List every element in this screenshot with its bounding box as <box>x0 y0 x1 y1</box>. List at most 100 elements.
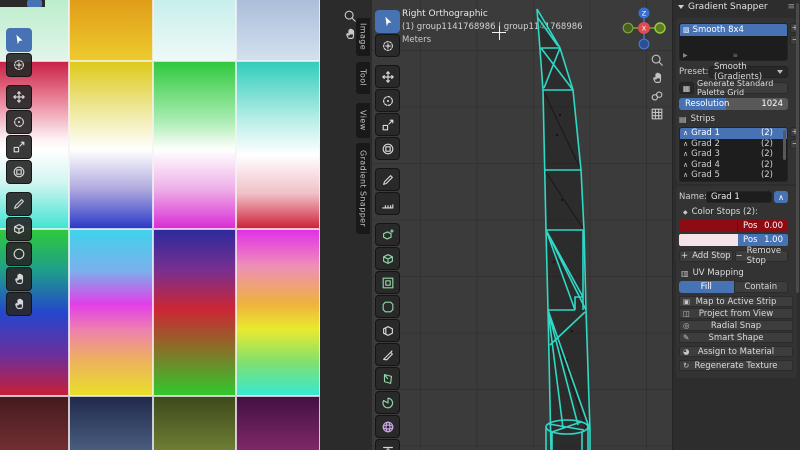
color-stops-header: ◆ Color Stops (2): <box>683 207 758 217</box>
project-from-view-button[interactable]: ◫ Project from View <box>679 308 793 319</box>
tool-add-cube[interactable] <box>375 223 400 246</box>
strips-list[interactable]: ∧ Grad 1 (2) ∧ Grad 2 (2) ∧ Grad 3 (2) ∧ Gr… <box>679 127 788 182</box>
palette-cell-r3-c1 <box>69 396 153 450</box>
tool-move[interactable] <box>6 85 32 109</box>
generate-row: ▦ Generate Standard Palette Grid <box>679 79 788 97</box>
image-editor-area: Image Tool View Gradient Snapper <box>0 0 372 450</box>
tool-tweak[interactable] <box>6 28 32 52</box>
strip-count: (2) <box>760 149 773 160</box>
tool-scale[interactable] <box>375 113 400 136</box>
tool-knife[interactable] <box>375 343 400 366</box>
color-stop-row-1[interactable]: Pos 1.00 <box>679 234 788 246</box>
color-stops-label: Color Stops (2): <box>691 207 758 217</box>
stop-color-swatch[interactable] <box>679 220 738 232</box>
tool-smooth[interactable] <box>375 415 400 438</box>
palette-cell-r1-c2 <box>152 61 236 229</box>
tab-gradient-snapper[interactable]: Gradient Snapper <box>356 143 370 234</box>
tool-sample[interactable] <box>6 217 32 241</box>
chevron-down-icon <box>777 70 783 74</box>
uv-grid-icon: ▥ <box>681 268 689 278</box>
tool-edge-slide[interactable] <box>375 439 400 450</box>
tool-transform[interactable] <box>375 137 400 160</box>
stop-pos-field[interactable]: Pos 0.00 <box>738 220 788 232</box>
fill-option[interactable]: Fill <box>679 281 734 293</box>
tool-extrude-region[interactable] <box>375 247 400 270</box>
tool-scale[interactable] <box>6 135 32 159</box>
resolution-slider[interactable]: Resolution 1024 <box>679 98 788 110</box>
perspective-grid-icon[interactable] <box>649 106 665 122</box>
curve-icon[interactable]: ∧ <box>774 191 788 203</box>
camera-view-icon[interactable] <box>649 88 665 104</box>
tool-bevel[interactable] <box>375 295 400 318</box>
viewport-3d[interactable]: Right Orthographic (1) group1141768986 |… <box>372 0 672 450</box>
curve-icon: ∧ <box>683 150 689 159</box>
tab-tool[interactable]: Tool <box>356 62 370 94</box>
tool-transform[interactable] <box>6 160 32 184</box>
tool-measure[interactable] <box>375 192 400 215</box>
palette-cell-r2-c1 <box>69 228 153 396</box>
color-stop-row-0[interactable]: Pos 0.00 <box>679 220 788 232</box>
viewport-toolbar <box>375 10 400 450</box>
axis-navigation-gizmo[interactable]: Z X <box>622 6 666 50</box>
map-to-active-strip-button[interactable]: ▣ Map to Active Strip <box>679 296 793 307</box>
stop-color-swatch[interactable] <box>679 234 738 246</box>
tool-select-circle[interactable] <box>6 242 32 266</box>
smart-shape-button[interactable]: ✎ Smart Shape <box>679 332 793 343</box>
strip-row-4[interactable]: ∧ Grad 4 (2) <box>680 160 787 171</box>
list-item-active[interactable]: ▨ Smooth 8x4 <box>680 24 787 36</box>
grid-icon[interactable]: ▦ <box>679 82 694 94</box>
strip-row-3[interactable]: ∧ Grad 3 (2) <box>680 149 787 160</box>
strip-name-field[interactable]: Grad 1 <box>706 191 772 203</box>
strip-row-1[interactable]: ∧ Grad 1 (2) <box>680 128 787 139</box>
tab-image[interactable]: Image <box>356 18 370 56</box>
tool-annotate[interactable] <box>6 192 32 216</box>
curve-icon: ∧ <box>683 139 689 148</box>
add-stop-button[interactable]: + Add Stop <box>679 250 733 262</box>
strip-row-2[interactable]: ∧ Grad 2 (2) <box>680 139 787 150</box>
tool-annotate[interactable] <box>375 168 400 191</box>
pan-hand-icon[interactable] <box>649 70 665 86</box>
preset-dropdown[interactable]: Smooth (Gradients) <box>709 62 788 82</box>
panel-menu-icon[interactable]: ≡ <box>787 2 795 12</box>
zoom-icon[interactable] <box>649 52 665 68</box>
radial-snap-button[interactable]: ◎ Radial Snap <box>679 320 793 331</box>
editor-header-fragment <box>0 0 45 7</box>
uv-mapping-header[interactable]: ▥ UV Mapping <box>681 268 744 278</box>
tool-rotate[interactable] <box>375 89 400 112</box>
tool-move[interactable] <box>375 65 400 88</box>
list-resize-grip[interactable]: ≡ <box>733 52 739 59</box>
tool-grab[interactable] <box>6 267 32 291</box>
list-expand-icon[interactable]: ▶ <box>683 52 688 59</box>
pan-hand-icon[interactable] <box>342 26 357 41</box>
palette-template-list[interactable]: ▨ Smooth 8x4 ▶ ≡ <box>679 23 788 61</box>
strips-label: Strips <box>690 114 715 124</box>
tool-rotate[interactable] <box>6 110 32 134</box>
tab-view[interactable]: View <box>356 103 370 138</box>
strip-row-5[interactable]: ∧ Grad 5 (2) <box>680 170 787 181</box>
tool-relax[interactable] <box>6 292 32 316</box>
remove-stop-button[interactable]: − Remove Stop <box>734 246 788 266</box>
tool-cursor[interactable] <box>6 53 32 77</box>
tool-poly-build[interactable] <box>375 367 400 390</box>
assign-to-material-button[interactable]: ◕ Assign to Material <box>679 346 793 357</box>
tool-spin[interactable] <box>375 391 400 414</box>
wireframe-object[interactable] <box>372 0 672 450</box>
list-scrollbar[interactable] <box>783 130 786 160</box>
tool-cursor[interactable] <box>375 34 400 57</box>
axis-z-label: Z <box>642 9 647 17</box>
tool-tweak[interactable] <box>375 10 400 33</box>
generate-palette-button[interactable]: Generate Standard Palette Grid <box>696 79 788 97</box>
tool-inset-faces[interactable] <box>375 271 400 294</box>
strip-count: (2) <box>760 170 773 181</box>
header-button-fragment[interactable] <box>27 0 42 7</box>
tool-loop-cut[interactable] <box>375 319 400 342</box>
zoom-icon[interactable] <box>342 8 357 23</box>
sidebar-scrollbar[interactable] <box>796 3 799 293</box>
panel-title: Gradient Snapper <box>688 2 768 12</box>
stop-pos-field[interactable]: Pos 1.00 <box>738 234 788 246</box>
palette-cell-r2-c3 <box>236 228 320 396</box>
curve-icon: ∧ <box>683 171 689 180</box>
regenerate-texture-button[interactable]: ↻ Regenerate Texture <box>679 360 793 371</box>
contain-option[interactable]: Contain <box>733 281 788 293</box>
panel-header[interactable]: Gradient Snapper ≡ <box>675 2 799 12</box>
